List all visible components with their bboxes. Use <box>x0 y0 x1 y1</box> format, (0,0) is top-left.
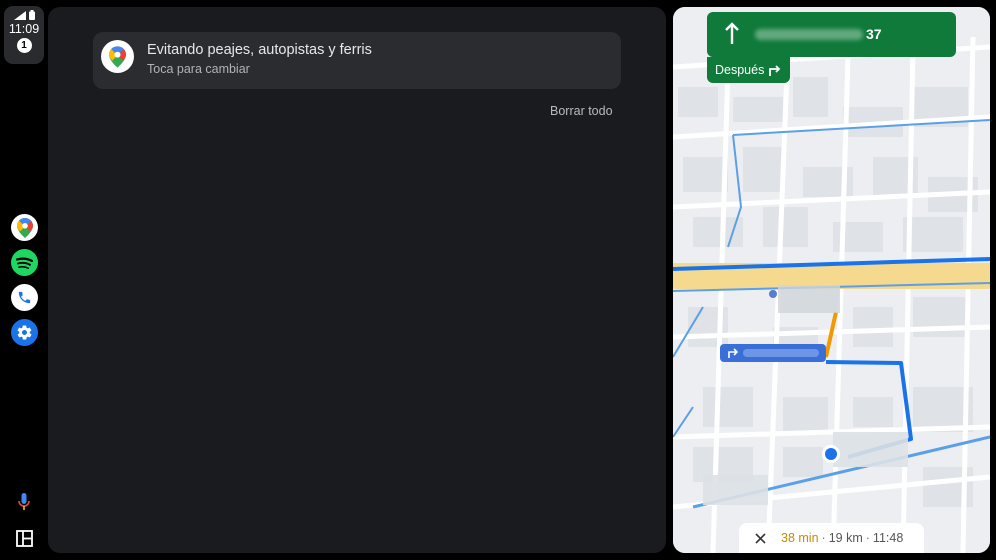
notification-subtitle: Toca para cambiar <box>147 62 250 76</box>
microphone-icon <box>18 493 30 510</box>
turn-right-icon <box>769 65 781 76</box>
arrow-up-icon <box>725 22 739 44</box>
voice-assistant-button[interactable] <box>14 492 34 512</box>
notification-count-badge: 1 <box>16 38 32 53</box>
spotify-icon <box>16 257 33 269</box>
close-navigation-button[interactable] <box>752 530 768 546</box>
status-bar[interactable]: 11:09 1 <box>4 6 44 64</box>
notification-card[interactable]: Evitando peajes, autopistas y ferris Toc… <box>93 32 621 89</box>
navigation-map[interactable]: 37 Después 38 min · 19 km · 11:48 <box>673 7 990 553</box>
app-rail: 11:09 1 <box>0 0 48 560</box>
maps-icon <box>109 45 126 68</box>
settings-icon <box>17 325 32 340</box>
eta-minutes: 38 min <box>781 531 819 545</box>
eta-distance: 19 km <box>828 531 863 545</box>
spotify-app-button[interactable] <box>11 249 38 276</box>
maps-icon <box>16 217 33 238</box>
clear-all-button[interactable]: Borrar todo <box>550 104 613 118</box>
notification-panel: Evitando peajes, autopistas y ferris Toc… <box>48 7 666 553</box>
then-turn-card[interactable]: Después <box>707 57 790 83</box>
next-turn-card[interactable]: 37 <box>707 12 956 57</box>
eta-separator: · <box>865 531 870 545</box>
settings-app-button[interactable] <box>11 319 38 346</box>
phone-app-button[interactable] <box>11 284 38 311</box>
signal-icon <box>13 10 26 20</box>
eta-separator: · <box>821 531 826 545</box>
clock: 11:09 <box>8 22 40 36</box>
eta-bar[interactable]: 38 min · 19 km · 11:48 <box>739 523 924 553</box>
status-icons <box>4 10 44 20</box>
layout-switch-button[interactable] <box>14 528 34 548</box>
street-number: 37 <box>866 26 882 42</box>
map-canvas <box>673 7 990 553</box>
battery-icon <box>28 10 35 20</box>
street-name-redacted <box>755 29 863 40</box>
notification-title: Evitando peajes, autopistas y ferris <box>147 42 372 58</box>
maps-app-button[interactable] <box>11 214 38 241</box>
notification-app-logo <box>101 40 134 73</box>
phone-icon <box>18 291 31 304</box>
layout-icon <box>15 529 33 547</box>
then-label: Después <box>715 63 765 77</box>
eta-arrival-time: 11:48 <box>872 531 904 545</box>
close-icon <box>754 532 766 544</box>
